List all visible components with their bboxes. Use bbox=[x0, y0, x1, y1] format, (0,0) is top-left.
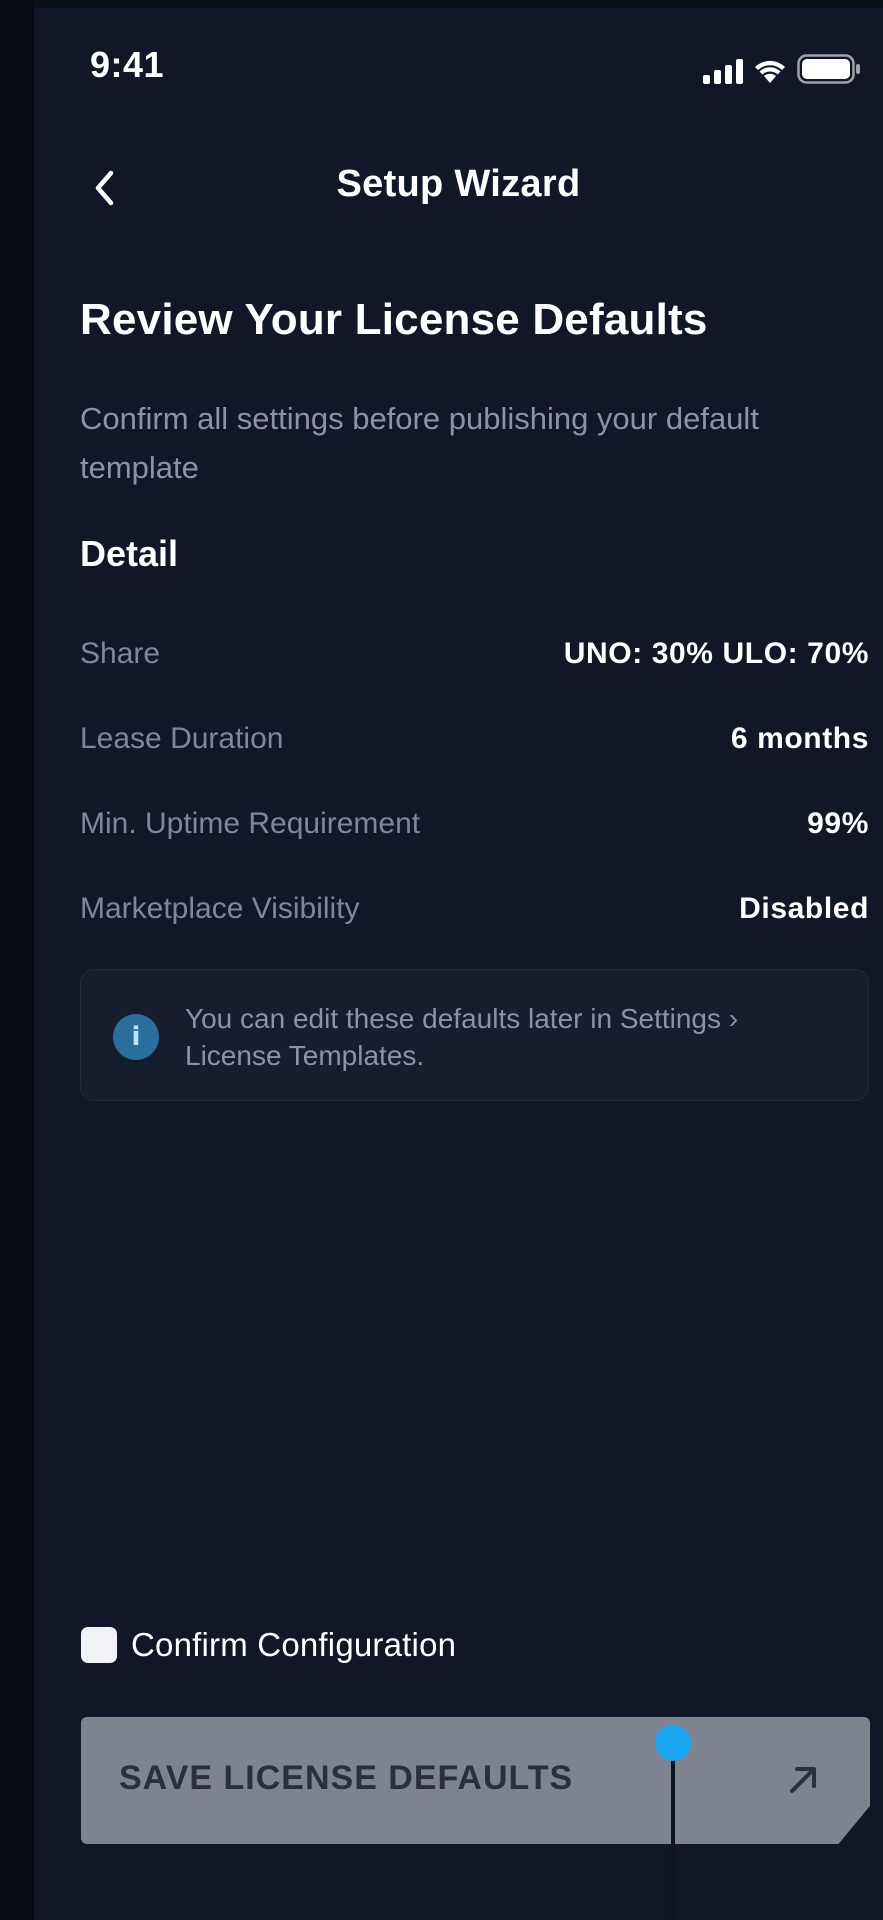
detail-label: Min. Uptime Requirement bbox=[80, 807, 421, 840]
confirm-configuration[interactable]: Confirm Configuration bbox=[81, 1626, 456, 1664]
wifi-icon bbox=[753, 58, 787, 84]
section-title-detail: Detail bbox=[80, 533, 179, 574]
arrow-up-right-icon bbox=[790, 1767, 816, 1793]
phone-screen: 9:41 Setup Wizard Review Your License De… bbox=[34, 8, 883, 1920]
detail-row-share: Share UNO: 30% ULO: 70% bbox=[80, 629, 869, 679]
save-button-label: SAVE LICENSE DEFAULTS bbox=[119, 1759, 574, 1797]
detail-label: Share bbox=[80, 637, 161, 670]
touch-indicator bbox=[655, 1725, 691, 1761]
detail-value: Disabled bbox=[739, 892, 869, 925]
page-subtitle: Confirm all settings before publishing y… bbox=[80, 401, 759, 485]
side-strip bbox=[0, 0, 34, 1920]
confirm-checkbox[interactable] bbox=[81, 1627, 117, 1663]
detail-row-uptime: Min. Uptime Requirement 99% bbox=[80, 799, 869, 849]
detail-row-lease-duration: Lease Duration 6 months bbox=[80, 714, 869, 764]
status-icons bbox=[703, 48, 861, 84]
detail-label: Marketplace Visibility bbox=[80, 892, 360, 925]
detail-value: 99% bbox=[807, 807, 869, 840]
battery-icon bbox=[797, 54, 861, 84]
info-text: You can edit these defaults later in Set… bbox=[185, 1003, 739, 1071]
signal-icon bbox=[703, 58, 743, 84]
info-callout: i You can edit these defaults later in S… bbox=[80, 969, 869, 1101]
confirm-label: Confirm Configuration bbox=[131, 1626, 457, 1663]
info-icon: i bbox=[113, 1014, 159, 1060]
detail-value: 6 months bbox=[730, 722, 869, 755]
detail-value: UNO: 30% ULO: 70% bbox=[563, 637, 869, 670]
header-title: Setup Wizard bbox=[336, 163, 581, 205]
save-license-defaults-button[interactable]: SAVE LICENSE DEFAULTS bbox=[81, 1717, 870, 1844]
touch-indicator-trail bbox=[671, 1740, 675, 1920]
page-title: Review Your License Defaults bbox=[80, 295, 708, 344]
status-time: 9:41 bbox=[90, 44, 165, 85]
detail-row-marketplace-visibility: Marketplace Visibility Disabled bbox=[80, 884, 869, 934]
detail-label: Lease Duration bbox=[80, 722, 284, 755]
